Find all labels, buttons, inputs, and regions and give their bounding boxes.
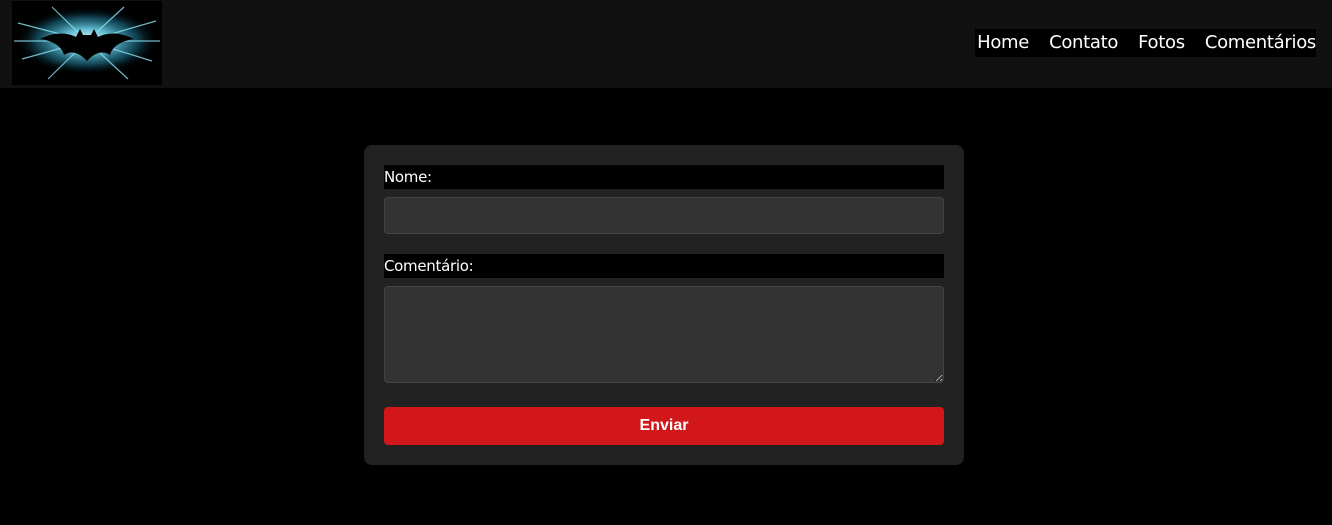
main-nav: Home Contato Fotos Comentários bbox=[975, 29, 1316, 57]
comment-textarea[interactable] bbox=[384, 286, 944, 383]
nav-fotos-link[interactable]: Fotos bbox=[1128, 29, 1195, 57]
nav-home-link[interactable]: Home bbox=[975, 29, 1039, 57]
submit-button[interactable]: Enviar bbox=[384, 407, 944, 445]
bat-signal-logo-icon[interactable] bbox=[12, 1, 162, 85]
nav-comentarios-link[interactable]: Comentários bbox=[1195, 29, 1316, 57]
nav-contato-link[interactable]: Contato bbox=[1039, 29, 1128, 57]
comment-label: Comentário: bbox=[384, 254, 944, 278]
site-header: Home Contato Fotos Comentários bbox=[0, 0, 1332, 88]
name-input[interactable] bbox=[384, 197, 944, 234]
name-label: Nome: bbox=[384, 165, 944, 189]
comment-form: Nome: Comentário: Enviar bbox=[364, 145, 964, 465]
